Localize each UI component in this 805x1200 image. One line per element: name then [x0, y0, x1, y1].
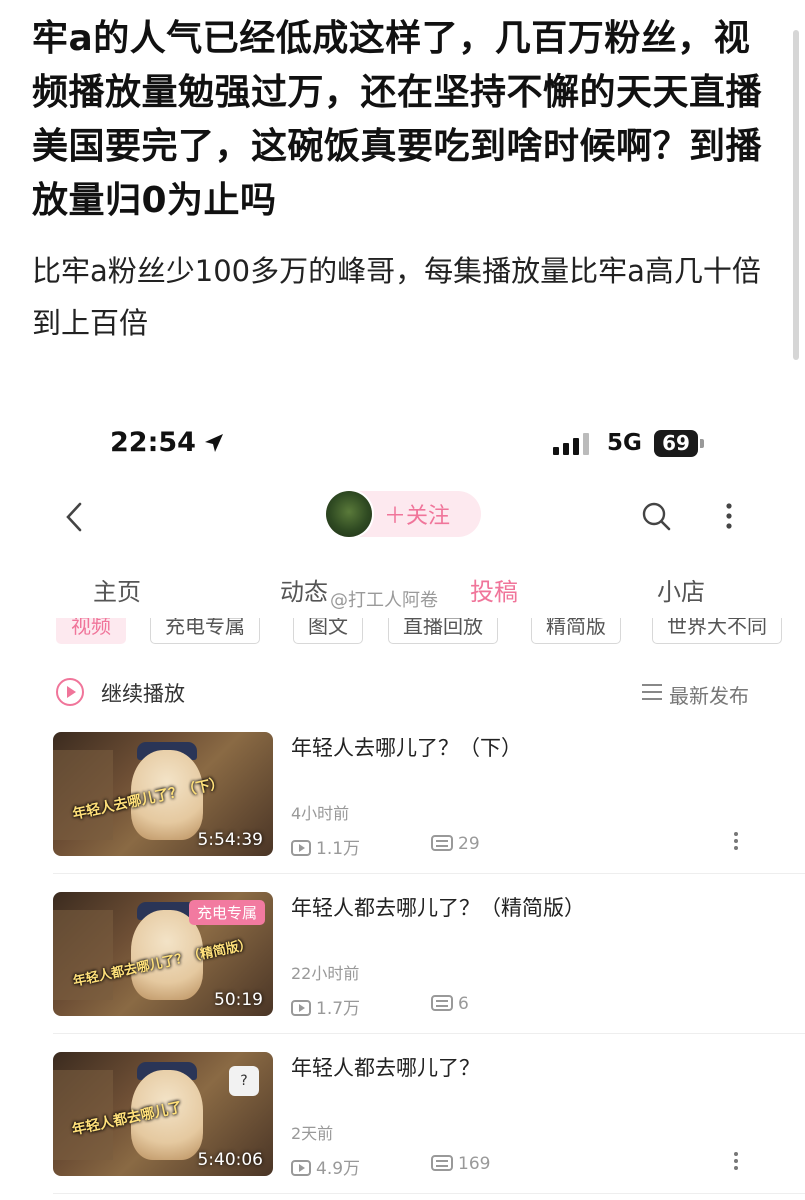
tab-posts[interactable]: 投稿: [470, 572, 518, 607]
video-danmaku: 169: [431, 1154, 490, 1174]
more-vertical-icon[interactable]: [723, 500, 735, 532]
video-title[interactable]: 年轻人去哪儿了？（下）: [291, 732, 522, 762]
video-item[interactable]: 年轻人去哪儿了？（下） 5:54:39 年轻人去哪儿了？（下） 4小时前 1.1…: [0, 732, 805, 860]
back-icon[interactable]: [60, 500, 90, 534]
chip-live-replay[interactable]: 直播回放: [388, 618, 498, 644]
scrollbar[interactable]: [793, 30, 799, 360]
video-duration: 5:40:06: [197, 1150, 263, 1170]
chip-world[interactable]: 世界大不同: [652, 618, 782, 644]
tab-dynamic[interactable]: 动态: [280, 572, 328, 607]
continue-play-row[interactable]: 继续播放 最新发布: [0, 672, 805, 712]
battery-tip: [700, 439, 704, 448]
play-count-icon: [291, 1000, 311, 1016]
network-label: 5G: [607, 430, 642, 456]
video-item[interactable]: ? 年轻人都去哪儿了 5:40:06 年轻人都去哪儿了？ 2天前 4.9万 16…: [0, 1052, 805, 1180]
video-views: 4.9万: [291, 1154, 360, 1179]
divider: [53, 1033, 805, 1034]
sort-icon: [642, 684, 662, 705]
nav-bar: ＋关注: [0, 488, 805, 544]
status-time: 22:54: [110, 427, 196, 458]
video-danmaku: 29: [431, 834, 480, 854]
video-thumbnail[interactable]: ? 年轻人都去哪儿了 5:40:06: [53, 1052, 273, 1176]
video-thumbnail[interactable]: 充电专属 年轻人都去哪儿了？（精简版） 50:19: [53, 892, 273, 1016]
chip-video[interactable]: 视频: [56, 618, 126, 644]
search-icon[interactable]: [640, 500, 672, 532]
filter-chips: 视频 充电专属 图文 直播回放 精简版 世界大不同: [0, 618, 805, 652]
more-icon[interactable]: [734, 1152, 740, 1173]
tab-home[interactable]: 主页: [93, 572, 141, 607]
video-danmaku: 6: [431, 994, 469, 1014]
embedded-screenshot: 22:54 5G 69 ＋关注 主页 动态 投稿 小店 @打工人阿卷 视频 充电…: [0, 400, 805, 1200]
post-title: 牢a的人气已经低成这样了，几百万粉丝，视频播放量勉强过万，还在坚持不懈的天天直播…: [32, 18, 763, 221]
more-icon[interactable]: [734, 832, 740, 853]
video-item[interactable]: 充电专属 年轻人都去哪儿了？（精简版） 50:19 年轻人都去哪儿了？（精简版）…: [0, 892, 805, 1020]
video-thumbnail[interactable]: 年轻人去哪儿了？（下） 5:54:39: [53, 732, 273, 856]
sticker-icon: ?: [229, 1066, 259, 1096]
tab-shop[interactable]: 小店: [657, 572, 705, 607]
watermark: @打工人阿卷: [330, 590, 438, 611]
video-title[interactable]: 年轻人都去哪儿了？（精简版）: [291, 892, 585, 922]
video-time: 4小时前: [291, 804, 350, 823]
divider: [53, 873, 805, 874]
continue-play-label[interactable]: 继续播放: [101, 678, 185, 708]
chip-charge[interactable]: 充电专属: [150, 618, 260, 644]
avatar[interactable]: [326, 491, 372, 537]
post-body: 比牢a粉丝少100多万的峰哥，每集播放量比牢a高几十倍到上百倍: [32, 254, 761, 340]
video-time: 22小时前: [291, 964, 360, 983]
danmaku-icon: [431, 1155, 453, 1171]
video-title[interactable]: 年轻人都去哪儿了？: [291, 1052, 480, 1082]
charge-badge: 充电专属: [188, 900, 265, 925]
video-duration: 5:54:39: [197, 830, 263, 850]
chip-graphic[interactable]: 图文: [293, 618, 363, 644]
danmaku-icon: [431, 995, 453, 1011]
play-count-icon: [291, 1160, 311, 1176]
divider: [53, 1193, 805, 1194]
follow-label[interactable]: ＋关注: [384, 498, 450, 530]
video-views: 1.1万: [291, 834, 360, 859]
video-duration: 50:19: [214, 990, 263, 1010]
chip-lite[interactable]: 精简版: [531, 618, 621, 644]
video-time: 2天前: [291, 1124, 334, 1143]
signal-icon: [553, 433, 589, 455]
battery-icon: 69: [654, 430, 698, 457]
video-views: 1.7万: [291, 994, 360, 1019]
play-circle-icon: [56, 678, 84, 706]
status-bar: 22:54 5G 69: [0, 400, 805, 490]
danmaku-icon: [431, 835, 453, 851]
location-arrow-icon: [205, 434, 223, 452]
sort-label[interactable]: 最新发布: [669, 680, 749, 709]
play-count-icon: [291, 840, 311, 856]
